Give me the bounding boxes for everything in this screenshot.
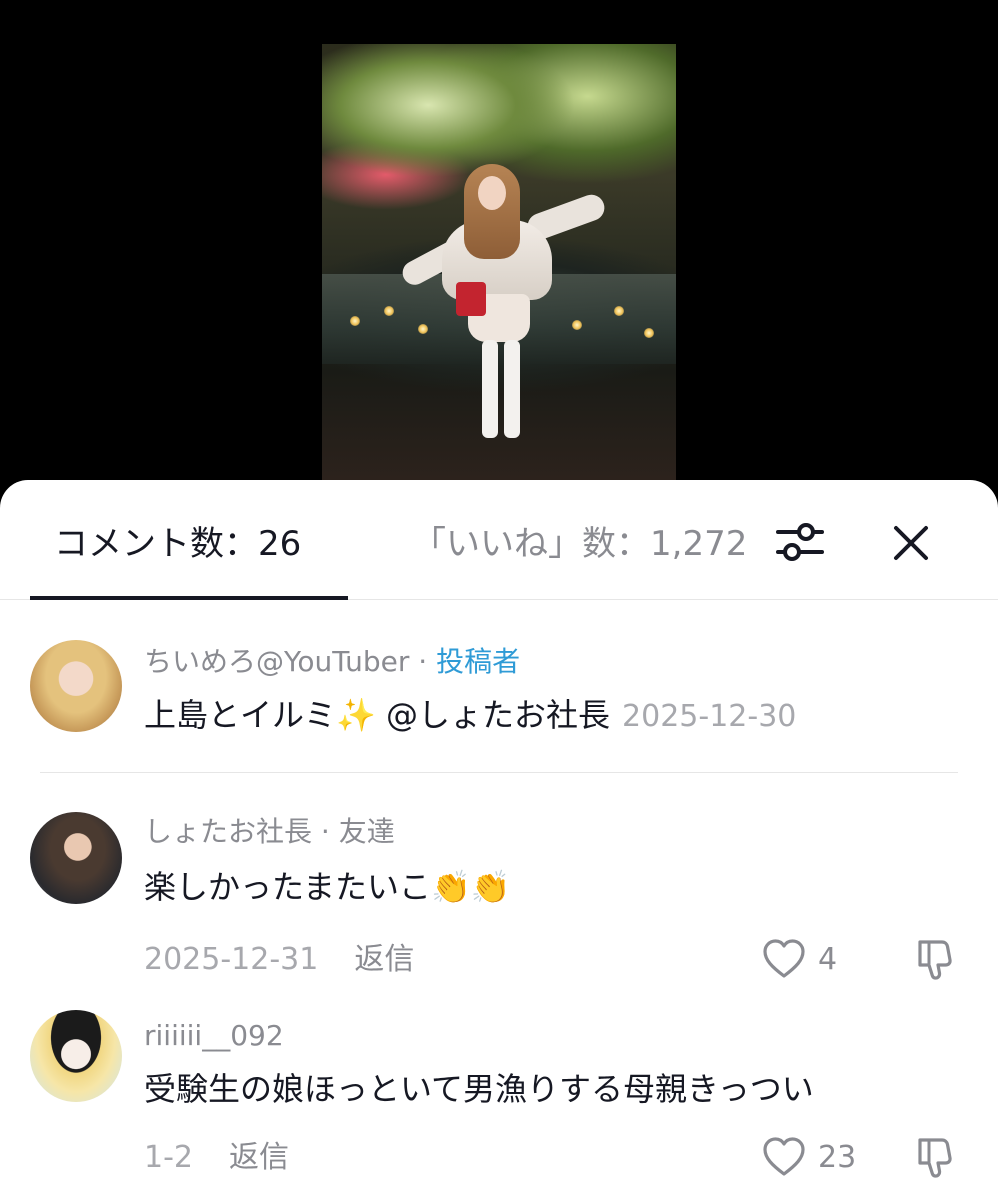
video-subject <box>398 164 609 480</box>
comment-meta: 1-2 返信 <box>144 1138 289 1178</box>
close-icon[interactable] <box>886 518 936 568</box>
video-scene-light <box>644 328 654 338</box>
comments-sheet: コメント数：26 「いいね」数：1,272 ちいめろ@YouTuber · 投稿… <box>0 480 998 1200</box>
like-button[interactable]: 23 <box>762 1136 892 1180</box>
comment-text: 受験生の娘ほっといて男漁りする母親きっつい <box>144 1070 814 1108</box>
author-badge: 投稿者 <box>436 645 521 678</box>
comment-text: 楽しかったまたいこ👏👏 <box>144 868 511 906</box>
video-scene-light <box>350 316 360 326</box>
sliders-icon[interactable] <box>772 518 828 566</box>
heart-icon <box>763 1137 805 1176</box>
video-scene-light <box>572 320 582 330</box>
like-count: 4 <box>818 942 838 977</box>
comment-date: 2025-12-31 <box>144 942 319 977</box>
comment-username[interactable]: しょたお社長 · 友達 <box>144 812 395 852</box>
like-count: 23 <box>818 1140 857 1175</box>
heart-icon <box>763 939 805 978</box>
reply-button[interactable]: 返信 <box>229 1140 289 1175</box>
video-scene-light <box>614 306 624 316</box>
thumbs-down-icon[interactable] <box>912 936 960 984</box>
avatar[interactable] <box>30 640 122 732</box>
divider <box>40 772 958 773</box>
comment-username[interactable]: ちいめろ@YouTuber · 投稿者 <box>144 642 520 682</box>
like-button[interactable]: 4 <box>762 938 892 982</box>
video-frame[interactable] <box>322 44 676 480</box>
reply-button[interactable]: 返信 <box>354 942 414 977</box>
comment-meta: 2025-12-31 返信 <box>144 940 414 980</box>
video-scene-light <box>418 324 428 334</box>
comment-text: 上島とイルミ✨ @しょたお社長 2025-12-30 <box>144 696 797 734</box>
avatar[interactable] <box>30 1010 122 1102</box>
comment-username[interactable]: riiiiii__092 <box>144 1016 284 1056</box>
comment-date: 1-2 <box>144 1140 193 1175</box>
video-player[interactable] <box>0 0 998 500</box>
active-tab-indicator <box>30 596 348 600</box>
avatar[interactable] <box>30 812 122 904</box>
video-scene-light <box>384 306 394 316</box>
tab-comments[interactable]: コメント数：26 <box>54 520 301 568</box>
thumbs-down-icon[interactable] <box>912 1134 960 1182</box>
tab-likes[interactable]: 「いいね」数：1,272 <box>412 520 744 568</box>
comment-date: 2025-12-30 <box>622 699 797 734</box>
comment-tabs: コメント数：26 「いいね」数：1,272 <box>0 480 998 600</box>
